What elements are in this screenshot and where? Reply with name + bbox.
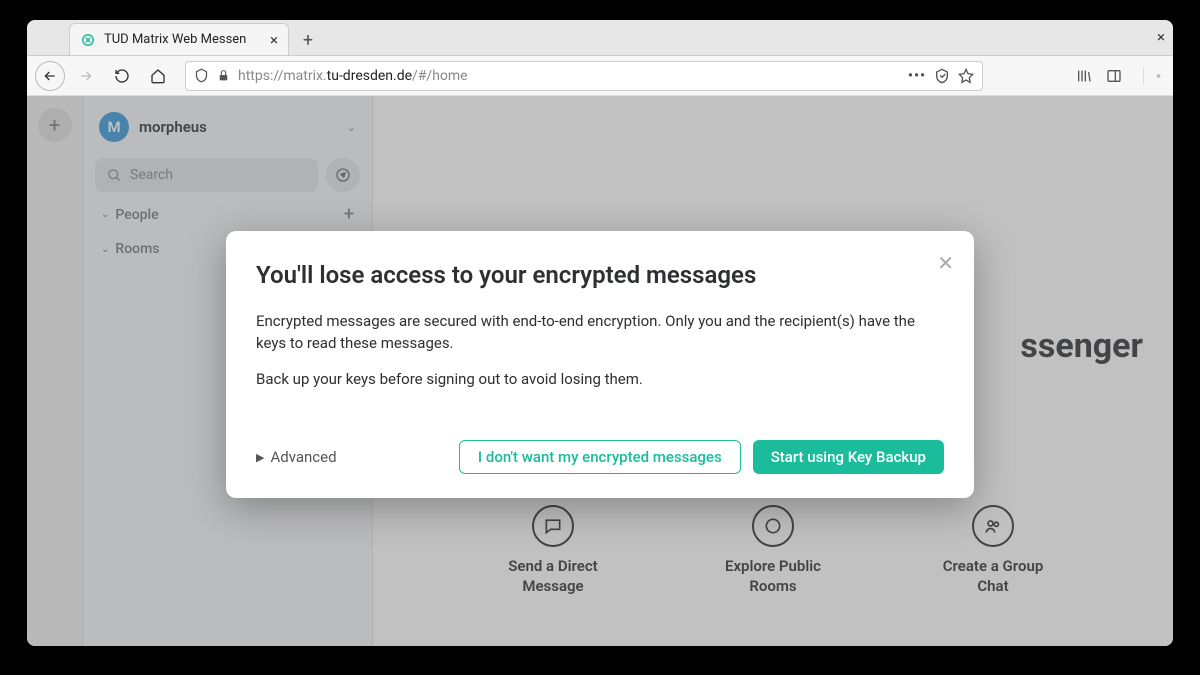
modal-paragraph: Back up your keys before signing out to … — [256, 369, 944, 391]
button-label: I don't want my encrypted messages — [478, 448, 722, 466]
back-button[interactable] — [35, 61, 65, 91]
browser-window: TUD Matrix Web Messen × + × https://matr… — [27, 20, 1173, 646]
bookmark-star-icon[interactable] — [958, 68, 974, 84]
decline-backup-button[interactable]: I don't want my encrypted messages — [459, 440, 741, 474]
key-backup-modal: ✕ You'll lose access to your encrypted m… — [226, 231, 974, 498]
close-icon[interactable]: ✕ — [937, 251, 954, 275]
matrix-favicon-icon — [80, 32, 96, 48]
url-text: https://matrix.tu-dresden.de/#/home — [238, 68, 900, 84]
pocket-icon[interactable] — [934, 68, 950, 84]
browser-tab[interactable]: TUD Matrix Web Messen × — [69, 23, 289, 55]
start-backup-button[interactable]: Start using Key Backup — [753, 440, 944, 474]
button-label: Start using Key Backup — [771, 448, 926, 466]
shield-icon[interactable] — [194, 68, 209, 83]
forward-button — [71, 61, 101, 91]
tab-close-icon[interactable]: × — [270, 31, 278, 49]
modal-paragraph: Encrypted messages are secured with end-… — [256, 311, 944, 355]
advanced-toggle[interactable]: ▶ Advanced — [256, 448, 337, 466]
new-tab-button[interactable]: + — [293, 25, 323, 55]
modal-title: You'll lose access to your encrypted mes… — [256, 261, 944, 289]
lock-icon[interactable] — [217, 69, 230, 82]
library-icon[interactable] — [1075, 67, 1093, 85]
meatball-icon[interactable]: ••• — [908, 68, 926, 84]
window-close-icon[interactable]: × — [1157, 28, 1165, 46]
url-bar[interactable]: https://matrix.tu-dresden.de/#/home ••• — [185, 61, 983, 91]
hamburger-menu-icon[interactable] — [1143, 67, 1161, 85]
modal-overlay[interactable]: ✕ You'll lose access to your encrypted m… — [27, 96, 1173, 646]
browser-toolbar: https://matrix.tu-dresden.de/#/home ••• — [27, 56, 1173, 96]
home-button[interactable] — [143, 61, 173, 91]
toolbar-right-icons — [1075, 67, 1165, 85]
sidebar-toggle-icon[interactable] — [1105, 67, 1123, 85]
tab-title: TUD Matrix Web Messen — [104, 32, 262, 47]
reload-button[interactable] — [107, 61, 137, 91]
tab-bar: TUD Matrix Web Messen × + × — [27, 20, 1173, 56]
triangle-right-icon: ▶ — [256, 451, 264, 464]
advanced-label: Advanced — [270, 448, 336, 466]
